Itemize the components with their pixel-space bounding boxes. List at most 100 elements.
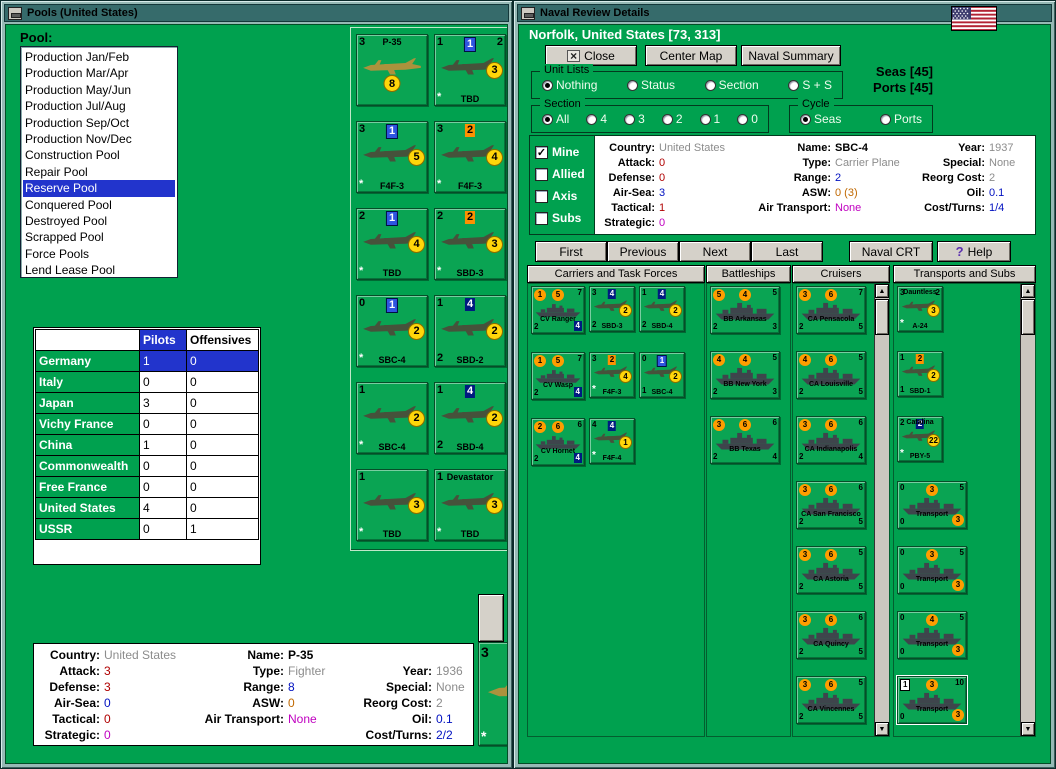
counter-tbd[interactable]: 1 * 3 Devastator TBD — [434, 469, 506, 541]
counter-bb-texas[interactable]: 3 6 6 2 4 BB Texas — [710, 416, 780, 464]
radio-button[interactable] — [542, 113, 553, 125]
counter-f4f-3[interactable]: 3 2 * 4 F4F-3 — [589, 352, 635, 398]
radio-option-seas[interactable]: Seas — [800, 112, 841, 126]
counter-tbd[interactable]: 1 1 2 * 3 TBD — [434, 34, 506, 106]
counter-transport[interactable]: 1 3 10 0 3 Transport — [896, 675, 968, 725]
column-header-carriers-and-task-forces[interactable]: Carriers and Task Forces — [527, 265, 705, 283]
pool-list-item-reserve-pool[interactable]: Reserve Pool — [23, 180, 175, 197]
counter-transport[interactable]: 0 3 5 0 3 Transport — [897, 481, 967, 529]
pool-list-item-production-jan-feb[interactable]: Production Jan/Feb — [23, 49, 175, 65]
system-menu-icon[interactable] — [521, 6, 535, 20]
radio-option-4[interactable]: 4 — [586, 112, 607, 126]
last-button[interactable]: Last — [751, 241, 823, 262]
radio-option-2[interactable]: 2 — [661, 112, 683, 126]
pools-titlebar[interactable]: Pools (United States) — [4, 4, 509, 22]
vertical-scrollbar[interactable]: ▲ ▼ — [874, 284, 889, 736]
counter-ca-louisville[interactable]: 4 6 5 2 5 CA Louisville — [796, 351, 866, 399]
pilots-cell[interactable]: 0 — [139, 413, 187, 435]
counter-ca-indianapolis[interactable]: 3 6 6 2 4 CA Indianapolis — [796, 416, 866, 464]
naval-review-titlebar[interactable]: Naval Review Details — [517, 4, 1052, 31]
counter-ca-san-francisco[interactable]: 3 6 6 2 5 CA San Francisco — [796, 481, 866, 529]
radio-button[interactable] — [627, 79, 638, 91]
column-header-offensives[interactable]: Offensives — [186, 329, 259, 351]
column-header-country[interactable] — [35, 329, 140, 351]
radio-button[interactable] — [624, 113, 636, 125]
system-menu-icon[interactable] — [8, 6, 22, 20]
country-cell[interactable]: Italy — [35, 371, 140, 393]
counter-cv-wasp[interactable]: 1 5 7 2 4 CV Wasp — [531, 352, 585, 400]
radio-option-nothing[interactable]: Nothing — [542, 78, 597, 92]
column-header-cruisers[interactable]: Cruisers — [792, 265, 890, 283]
pool-list-item-production-nov-dec[interactable]: Production Nov/Dec — [23, 131, 175, 147]
counter-f4f-3[interactable]: 3 2 * 4 F4F-3 — [434, 121, 506, 193]
country-cell[interactable]: Germany — [35, 350, 140, 372]
column-header-pilots[interactable]: Pilots — [139, 329, 187, 351]
checkbox[interactable]: ✓ — [535, 145, 548, 159]
counter-cv-ranger[interactable]: 1 5 7 2 4 CV Ranger — [531, 286, 585, 334]
counter-sbd-1[interactable]: 1 2 1 2 SBD-1 — [897, 351, 943, 397]
pilots-cell[interactable]: 0 — [139, 476, 187, 498]
counter-sbc-4[interactable]: 0 1 * 2 SBC-4 — [356, 295, 428, 367]
radio-option-section[interactable]: Section — [704, 78, 759, 92]
filter-checkbox-mine[interactable]: ✓ Mine — [530, 141, 594, 163]
counter-sbd-3[interactable]: 3 4 2 2 SBD-3 — [589, 286, 635, 332]
offensives-cell[interactable]: 0 — [186, 392, 259, 414]
offensives-cell[interactable]: 0 — [186, 434, 259, 456]
center-map-button[interactable]: Center Map — [645, 45, 737, 66]
scrollbar-fragment[interactable] — [478, 594, 504, 642]
radio-button[interactable] — [542, 79, 553, 91]
counter-sbd-3[interactable]: 2 2 * 3 SBD-3 — [434, 208, 506, 280]
counter-ca-vincennes[interactable]: 3 6 5 2 5 CA Vincennes — [796, 676, 866, 724]
scroll-down-icon[interactable]: ▼ — [875, 722, 889, 736]
scroll-down-icon[interactable]: ▼ — [1021, 722, 1035, 736]
filter-checkbox-allied[interactable]: Allied — [530, 163, 594, 185]
pool-list-item-destroyed-pool[interactable]: Destroyed Pool — [23, 213, 175, 229]
offensives-cell[interactable]: 0 — [186, 371, 259, 393]
counter-cv-hornet[interactable]: 2 6 6 2 4 CV Hornet — [531, 418, 585, 466]
radio-option-s-s[interactable]: S + S — [788, 78, 832, 92]
radio-button[interactable] — [879, 113, 891, 125]
offensives-cell[interactable]: 0 — [186, 455, 259, 477]
radio-option-1[interactable]: 1 — [699, 112, 720, 126]
naval-summary-button[interactable]: Naval Summary — [741, 45, 841, 66]
pool-list-item-repair-pool[interactable]: Repair Pool — [23, 164, 175, 180]
radio-button[interactable] — [788, 79, 800, 91]
offensives-cell[interactable]: 0 — [186, 350, 259, 372]
counter-sbd-4[interactable]: 1 4 2 2 SBD-4 — [639, 286, 685, 332]
pilots-cell[interactable]: 4 — [139, 497, 187, 519]
scroll-thumb[interactable] — [875, 299, 889, 335]
counter-transport[interactable]: 0 3 5 0 3 Transport — [897, 546, 967, 594]
radio-button[interactable] — [661, 113, 673, 125]
pool-list-item-force-pools[interactable]: Force Pools — [23, 246, 175, 262]
counter-ca-pensacola[interactable]: 3 6 7 2 5 CA Pensacola — [796, 286, 866, 334]
offensives-cell[interactable]: 1 — [186, 518, 259, 540]
pool-list-item-construction-pool[interactable]: Construction Pool — [23, 147, 175, 163]
vertical-scrollbar[interactable]: ▲ ▼ — [1020, 284, 1035, 736]
counter-sbc-4[interactable]: 1 * 2 SBC-4 — [356, 382, 428, 454]
radio-option-3[interactable]: 3 — [624, 112, 645, 126]
radio-button[interactable] — [704, 79, 716, 91]
pilots-cell[interactable]: 0 — [139, 371, 187, 393]
country-cell[interactable]: Vichy France — [35, 413, 140, 435]
offensives-cell[interactable]: 0 — [186, 497, 259, 519]
first-button[interactable]: First — [535, 241, 607, 262]
country-cell[interactable]: China — [35, 434, 140, 456]
naval-crt-button[interactable]: Naval CRT — [849, 241, 933, 262]
radio-button[interactable] — [699, 113, 711, 125]
scroll-thumb[interactable] — [1021, 299, 1035, 335]
scroll-up-icon[interactable]: ▲ — [1021, 284, 1035, 298]
pool-list-item-production-jul-aug[interactable]: Production Jul/Aug — [23, 98, 175, 114]
radio-button[interactable] — [800, 113, 811, 125]
country-cell[interactable]: Commonwealth — [35, 455, 140, 477]
pilots-cell[interactable]: 0 — [139, 518, 187, 540]
counter-f4f-4[interactable]: 4 4 * 1 F4F-4 — [589, 418, 635, 464]
pilots-cell[interactable]: 0 — [139, 455, 187, 477]
offensives-cell[interactable]: 0 — [186, 413, 259, 435]
country-cell[interactable]: Japan — [35, 392, 140, 414]
pilots-cell[interactable]: 1 — [139, 350, 187, 372]
previous-button[interactable]: Previous — [607, 241, 679, 262]
checkbox[interactable] — [535, 167, 548, 181]
pool-list-item-scrapped-pool[interactable]: Scrapped Pool — [23, 229, 175, 245]
counter-bb-arkansas[interactable]: 5 4 5 2 3 BB Arkansas — [710, 286, 780, 334]
pool-list-item-lend-lease-pool[interactable]: Lend Lease Pool — [23, 262, 175, 277]
